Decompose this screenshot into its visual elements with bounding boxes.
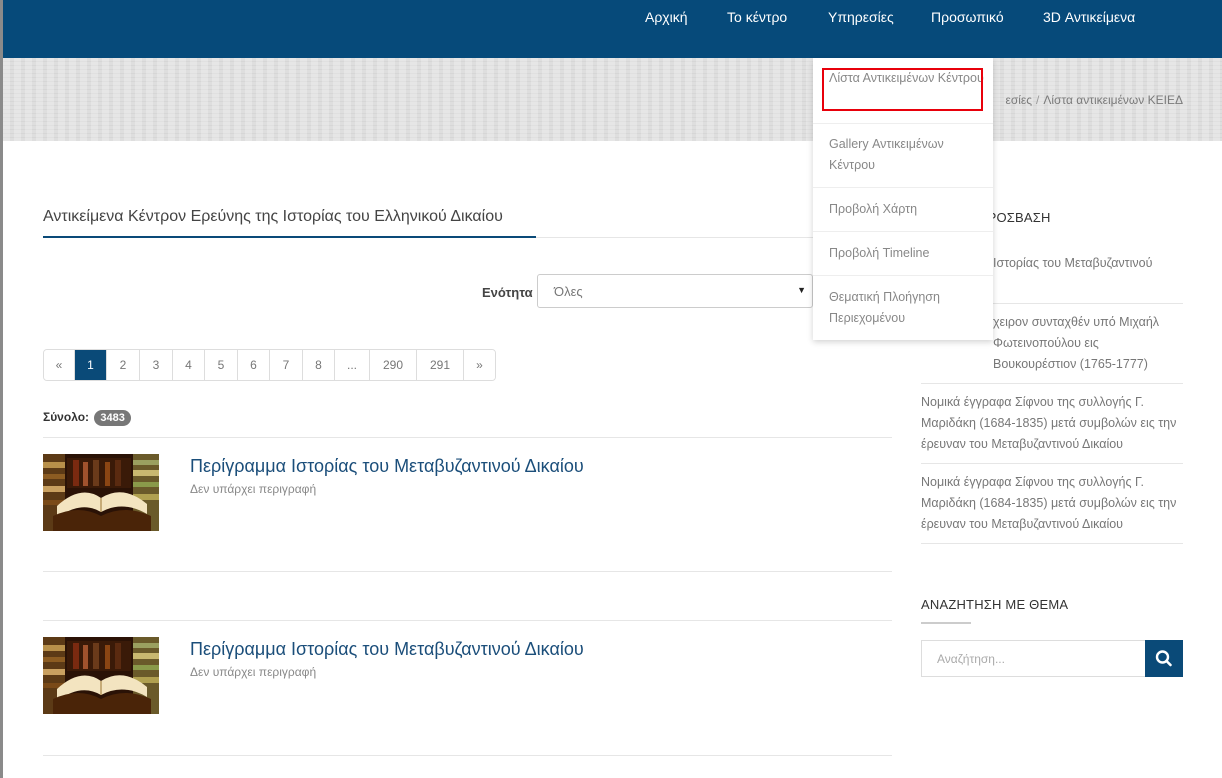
nav-item-3d-objects[interactable]: 3D Αντικείμενα <box>1043 9 1135 25</box>
total-badge: 3483 <box>94 410 131 426</box>
dropdown-item-timeline-view[interactable]: Προβολή Timeline <box>829 243 989 264</box>
item-description: Δεν υπάρχει περιγραφή <box>190 665 317 679</box>
nav-item-staff[interactable]: Προσωπικό <box>931 9 1004 25</box>
section-filter-select[interactable]: Όλες ▼ <box>537 274 813 308</box>
page-title: Αντικείμενα Κέντρον Ερεύνης της Ιστορίας… <box>43 208 503 225</box>
pagination-page-5[interactable]: 5 <box>205 350 238 380</box>
window-left-edge <box>0 0 3 778</box>
item-thumbnail[interactable] <box>43 454 159 531</box>
pagination-page-291[interactable]: 291 <box>417 350 464 380</box>
heading-underline <box>43 236 536 238</box>
total-label: Σύνολο: <box>43 410 90 424</box>
dropdown-divider <box>813 231 993 232</box>
dropdown-item-map-view[interactable]: Προβολή Χάρτη <box>829 199 989 220</box>
dropdown-item-thematic-navigation[interactable]: Θεματική Πλοήγηση Περιεχομένου <box>829 287 989 329</box>
pagination-prev[interactable]: « <box>44 350 75 380</box>
pagination-next[interactable]: » <box>464 350 495 380</box>
search-button[interactable] <box>1145 640 1183 677</box>
sidebar-divider <box>921 383 1183 384</box>
pagination: « 1 2 3 4 5 6 7 8 ... 290 291 » <box>43 349 496 381</box>
sidebar-divider <box>921 463 1183 464</box>
dropdown-divider <box>813 275 993 276</box>
top-navigation-bar: Αρχική Το κέντρο Υπηρεσίες Προσωπικό 3D … <box>0 0 1222 58</box>
topic-search-input[interactable]: Αναζήτηση... <box>921 640 1146 677</box>
pagination-ellipsis: ... <box>335 350 370 380</box>
breadcrumb-services-link[interactable]: εσίες <box>1005 93 1032 107</box>
sidebar-search-heading: ΑΝΑΖΗΤΗΣΗ ΜΕ ΘΕΜΑ <box>921 597 1069 612</box>
nav-item-center[interactable]: Το κέντρο <box>727 9 787 25</box>
section-filter-label: Ενότητα <box>482 285 533 300</box>
pagination-page-3[interactable]: 3 <box>140 350 173 380</box>
caret-down-icon: ▼ <box>797 285 806 295</box>
breadcrumb-separator: / <box>1036 93 1040 107</box>
dropdown-divider <box>813 187 993 188</box>
sidebar-divider <box>921 543 1183 544</box>
nav-item-home[interactable]: Αρχική <box>645 9 688 25</box>
pagination-page-8[interactable]: 8 <box>303 350 335 380</box>
item-title-link[interactable]: Περίγραμμα Ιστορίας του Μεταβυζαντινού Δ… <box>190 639 584 660</box>
sidebar-recent-link[interactable]: Νομικά έγγραφα Σίφνου της συλλογής Γ. Μα… <box>921 472 1181 535</box>
open-book-image <box>43 454 159 531</box>
total-count: Σύνολο: 3483 <box>43 410 131 426</box>
list-divider <box>43 620 892 621</box>
sidebar-heading-underline <box>921 622 971 624</box>
pagination-page-2[interactable]: 2 <box>107 350 140 380</box>
highlight-box <box>822 68 983 111</box>
dropdown-divider <box>813 123 993 124</box>
sidebar-recent-link[interactable]: Ιστορίας του Μεταβυζαντινού <box>993 253 1183 274</box>
list-divider <box>43 571 892 572</box>
dropdown-item-objects-gallery[interactable]: Gallery Αντικειμένων Κέντρου <box>829 134 989 176</box>
item-title-link[interactable]: Περίγραμμα Ιστορίας του Μεταβυζαντινού Δ… <box>190 456 584 477</box>
breadcrumb: εσίες / Λίστα αντικειμένων ΚΕΙΕΔ <box>1005 93 1183 107</box>
sidebar-recent-link[interactable]: Νομικά έγγραφα Σίφνου της συλλογής Γ. Μα… <box>921 392 1181 455</box>
list-divider <box>43 755 892 756</box>
pagination-page-6[interactable]: 6 <box>238 350 270 380</box>
breadcrumb-current: Λίστα αντικειμένων ΚΕΙΕΔ <box>1043 93 1183 107</box>
open-book-image <box>43 637 159 714</box>
topic-search-placeholder: Αναζήτηση... <box>937 652 1005 666</box>
search-icon <box>1155 650 1172 667</box>
pagination-page-290[interactable]: 290 <box>370 350 417 380</box>
section-filter-value: Όλες <box>554 284 583 299</box>
pagination-page-7[interactable]: 7 <box>270 350 303 380</box>
pagination-page-4[interactable]: 4 <box>173 350 205 380</box>
nav-item-services[interactable]: Υπηρεσίες <box>828 9 894 25</box>
list-divider <box>43 437 892 438</box>
item-description: Δεν υπάρχει περιγραφή <box>190 482 317 496</box>
item-thumbnail[interactable] <box>43 637 159 714</box>
pagination-page-1[interactable]: 1 <box>75 350 107 380</box>
